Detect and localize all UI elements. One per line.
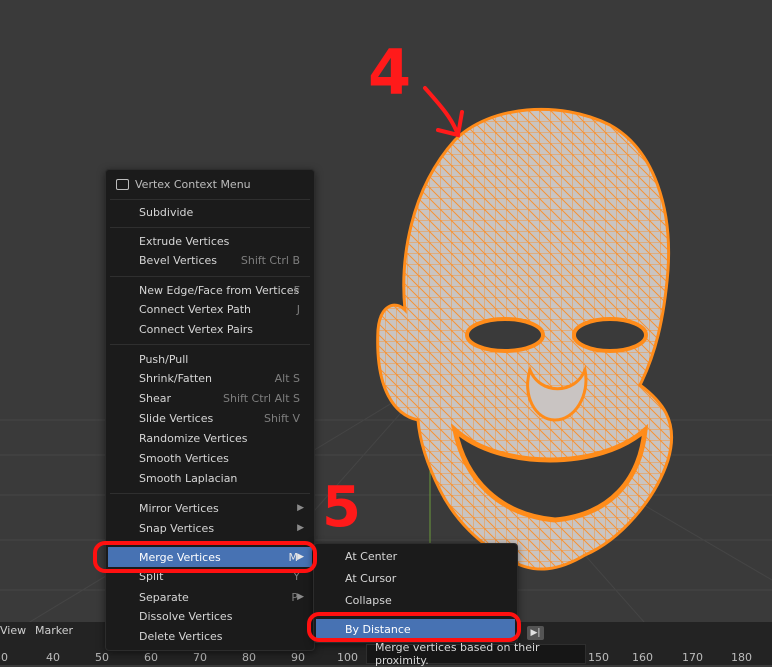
menu-separator (110, 493, 310, 494)
menu-item-label: Connect Vertex Path (139, 302, 251, 316)
menu-item-label: At Cursor (345, 571, 397, 585)
menu-item-separate[interactable]: Separate P ▶ (108, 587, 312, 607)
frame-number: 50 (95, 651, 109, 664)
menu-item-label: Delete Vertices (139, 629, 223, 643)
shortcut-label: Alt S (274, 371, 300, 385)
menu-item-label: Smooth Vertices (139, 451, 229, 465)
frame-number: 70 (193, 651, 207, 664)
shortcut-label: F (293, 283, 300, 297)
menu-item-smooth-vertices[interactable]: Smooth Vertices (108, 448, 312, 468)
menu-item-snap-vertices[interactable]: Snap Vertices ▶ (108, 518, 312, 538)
menu-item-bevel-vertices[interactable]: Bevel Vertices Shift Ctrl B (108, 250, 312, 270)
menu-item-delete-vertices[interactable]: Delete Vertices (108, 626, 312, 646)
submenu-arrow-icon: ▶ (297, 503, 304, 513)
menu-item-label: Dissolve Vertices (139, 609, 233, 623)
submenu-item-at-center[interactable]: At Center (316, 546, 515, 566)
menu-item-shrink-fatten[interactable]: Shrink/Fatten Alt S (108, 368, 312, 388)
frame-number: 150 (588, 651, 609, 664)
annotation-highlight-by-distance (307, 612, 521, 642)
menu-item-label: Randomize Vertices (139, 431, 248, 445)
menu-item-shear[interactable]: Shear Shift Ctrl Alt S (108, 388, 312, 408)
menu-item-label: Smooth Laplacian (139, 471, 238, 485)
menu-item-dissolve-vertices[interactable]: Dissolve Vertices (108, 606, 312, 626)
menu-item-subdivide[interactable]: Subdivide (108, 202, 312, 222)
jump-to-end-button[interactable]: ▶| (527, 626, 544, 640)
menu-separator (110, 344, 310, 345)
shortcut-label: Shift Ctrl B (240, 253, 300, 267)
menu-item-label: Mirror Vertices (139, 501, 219, 515)
frame-number: 100 (337, 651, 358, 664)
frame-number: 60 (144, 651, 158, 664)
menu-separator (110, 276, 310, 277)
timeline-marker-menu[interactable]: Marker (35, 624, 73, 637)
menu-item-label: Slide Vertices (139, 411, 214, 425)
annotation-step-5: 5 (322, 475, 361, 540)
frame-number: 40 (46, 651, 60, 664)
menu-title: Vertex Context Menu (135, 177, 251, 191)
menu-item-new-edge-face[interactable]: New Edge/Face from Vertices F (108, 280, 312, 300)
shortcut-label: Shift Ctrl Alt S (223, 391, 300, 405)
menu-item-connect-vertex-pairs[interactable]: Connect Vertex Pairs (108, 319, 312, 339)
menu-item-label: Extrude Vertices (139, 234, 230, 248)
menu-item-connect-vertex-path[interactable]: Connect Vertex Path J (108, 299, 312, 319)
submenu-arrow-icon: ▶ (297, 592, 304, 602)
menu-item-label: Shrink/Fatten (139, 371, 213, 385)
menu-item-label: Collapse (345, 593, 392, 607)
frame-number: 180 (731, 651, 752, 664)
tooltip: Merge vertices based on their proximity. (366, 641, 586, 667)
menu-item-label: Separate (139, 590, 189, 604)
menu-item-mirror-vertices[interactable]: Mirror Vertices ▶ (108, 498, 312, 518)
menu-item-label: Bevel Vertices (139, 253, 218, 267)
menu-item-slide-vertices[interactable]: Slide Vertices Shift V (108, 408, 312, 428)
submenu-arrow-icon: ▶ (297, 523, 304, 533)
menu-item-label: New Edge/Face from Vertices (139, 283, 300, 297)
vertex-context-menu: Vertex Context Menu Subdivide Extrude Ve… (105, 169, 315, 651)
frame-number: 90 (291, 651, 305, 664)
menu-item-label: At Center (345, 549, 398, 563)
annotation-arrow (423, 86, 464, 138)
vertex-menu-icon (116, 178, 129, 190)
menu-item-label: Shear (139, 391, 171, 405)
menu-item-randomize-vertices[interactable]: Randomize Vertices (108, 428, 312, 448)
menu-item-label: Snap Vertices (139, 521, 215, 535)
frame-number: 80 (242, 651, 256, 664)
menu-header: Vertex Context Menu (106, 170, 314, 198)
shortcut-label: Shift V (263, 411, 300, 425)
menu-separator (110, 199, 310, 200)
menu-item-label: Subdivide (139, 205, 194, 219)
menu-item-label: Push/Pull (139, 352, 189, 366)
skip-forward-icon: ▶| (530, 628, 541, 638)
timeline-view-menu[interactable]: View (0, 624, 26, 637)
menu-item-extrude-vertices[interactable]: Extrude Vertices (108, 231, 312, 251)
frame-number: 170 (682, 651, 703, 664)
menu-separator (110, 227, 310, 228)
menu-item-smooth-laplacian[interactable]: Smooth Laplacian (108, 468, 312, 488)
annotation-highlight-merge (93, 541, 317, 573)
submenu-item-at-cursor[interactable]: At Cursor (316, 568, 515, 588)
submenu-item-collapse[interactable]: Collapse (316, 590, 515, 610)
shortcut-label: J (296, 302, 300, 316)
annotation-step-4: 4 (368, 36, 412, 109)
frame-number: 160 (632, 651, 653, 664)
menu-item-label: Connect Vertex Pairs (139, 322, 254, 336)
frame-number: 30 (0, 651, 8, 664)
menu-item-push-pull[interactable]: Push/Pull (108, 349, 312, 369)
head-mesh (376, 107, 674, 571)
